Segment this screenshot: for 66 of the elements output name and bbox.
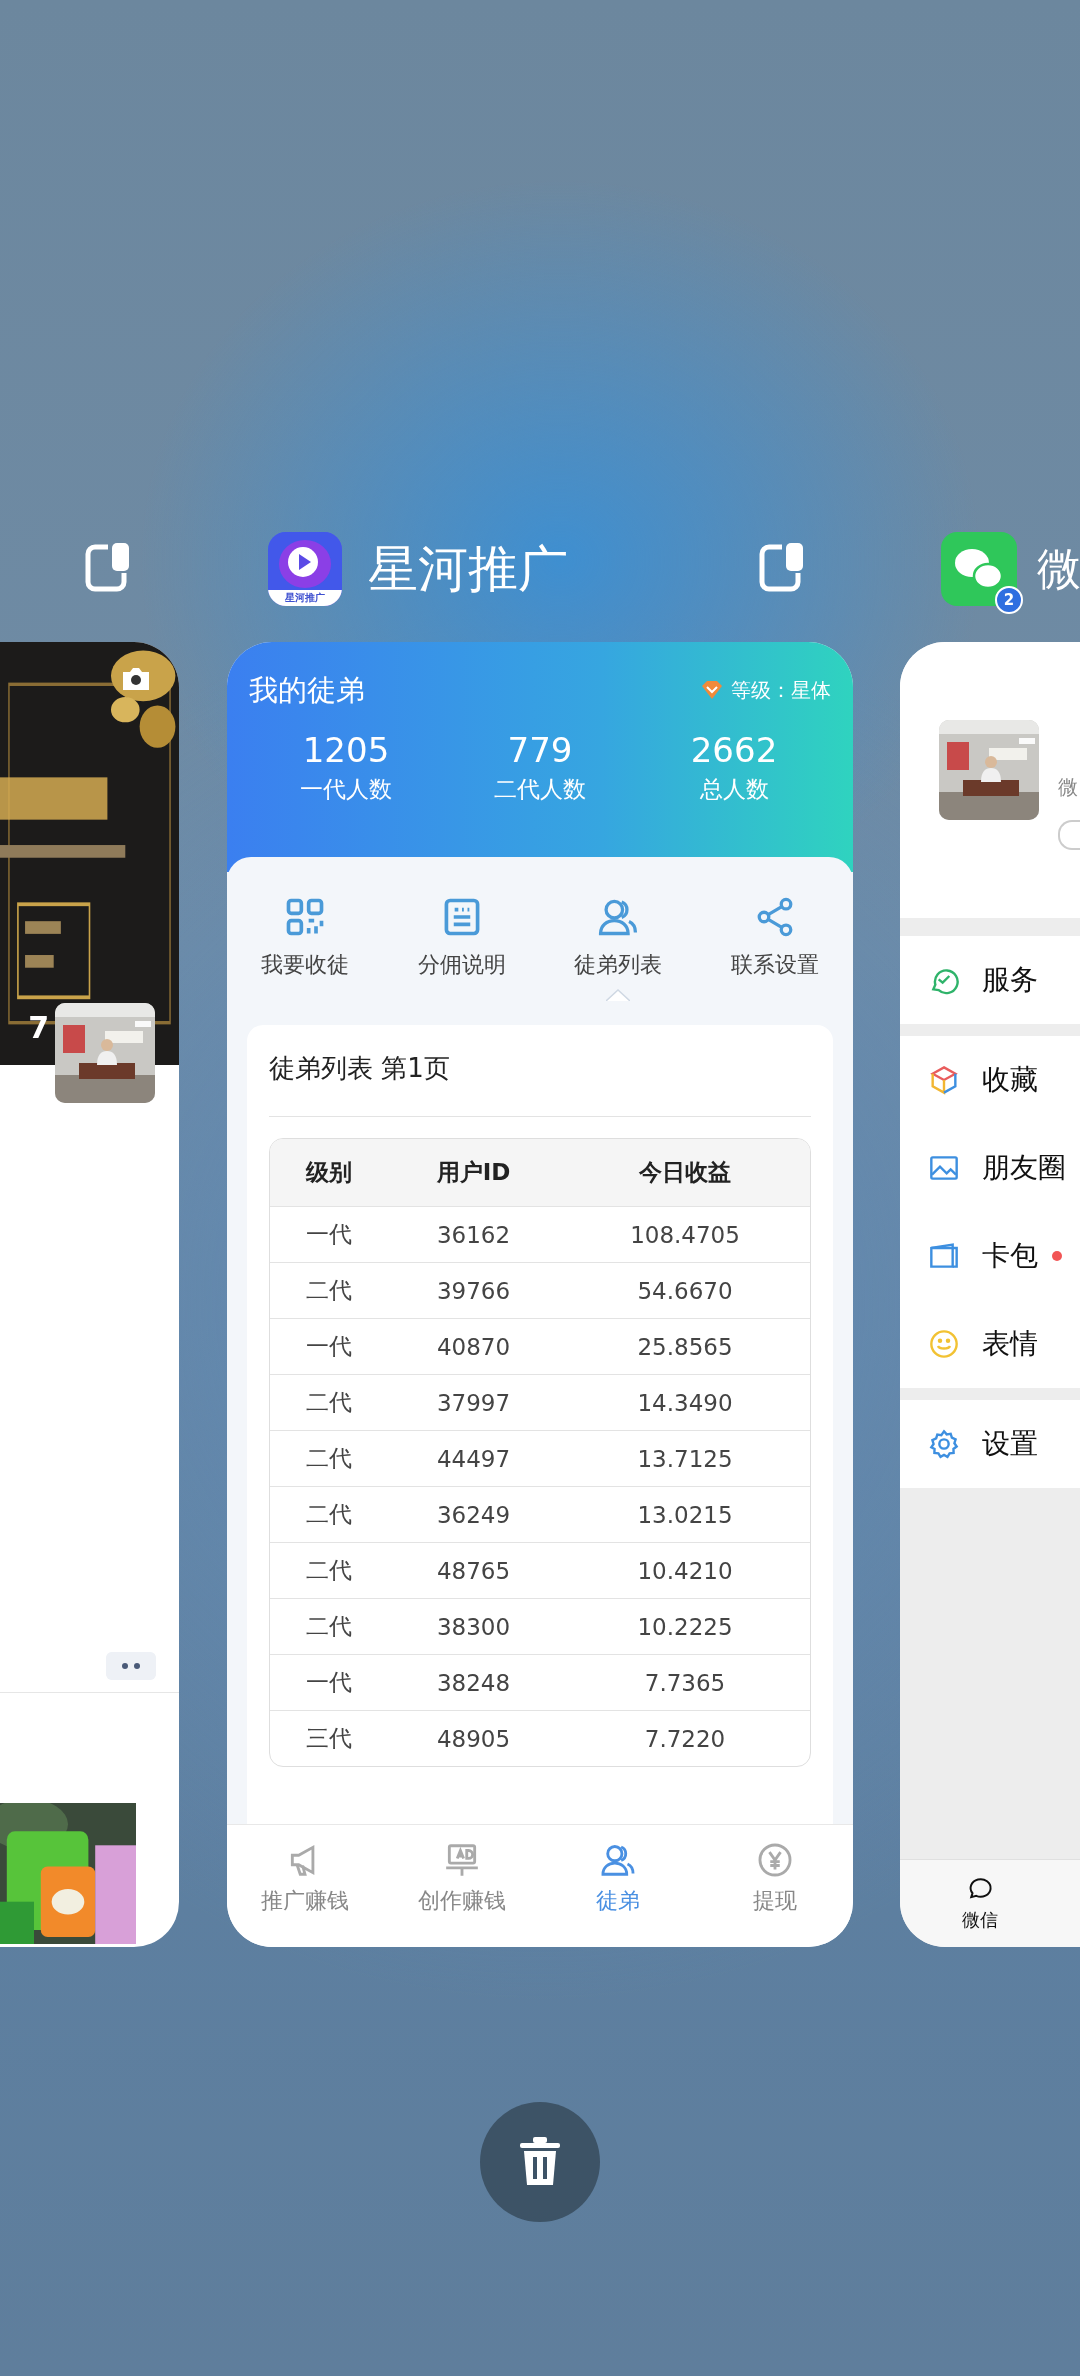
table-cell-text: 二代: [304, 1556, 353, 1585]
menu-label[interactable]: 卡包: [982, 1237, 1038, 1275]
table-cell-text: 54.6670: [636, 1276, 734, 1306]
smiley-icon: [928, 1328, 960, 1360]
table-cell-text: 7.7220: [643, 1724, 727, 1754]
menu-label[interactable]: 设置: [982, 1425, 1038, 1463]
table-cell-text: 二代: [304, 1444, 353, 1473]
page-title: 我的徒弟: [249, 674, 365, 706]
table-cell-text: 7.7365: [643, 1668, 727, 1698]
table-cell-text: 44497: [435, 1444, 512, 1474]
column-header: 用户ID: [435, 1158, 512, 1187]
menu-item[interactable]: 我要收徒: [261, 895, 350, 979]
menu-item[interactable]: 徒弟列表: [574, 895, 663, 979]
table-cell-text: 38300: [435, 1612, 512, 1642]
table-cell-text: 36162: [435, 1220, 512, 1250]
table-cell-text: 38248: [435, 1668, 512, 1698]
menu-label[interactable]: 表情: [982, 1325, 1038, 1363]
settings-icon: [928, 1428, 960, 1460]
table-cell-text: 一代: [304, 1220, 353, 1249]
table-cell-text: 48905: [435, 1724, 512, 1754]
icon-caption: 星河推广: [268, 590, 342, 606]
table-cell-text: 二代: [304, 1388, 353, 1417]
table-cell-text: 一代: [304, 1668, 353, 1697]
table-cell-text: 13.0215: [636, 1500, 734, 1530]
table-cell-text: 14.3490: [636, 1388, 734, 1418]
menu-label[interactable]: 服务: [982, 961, 1038, 999]
nav-tab[interactable]: 推广赚钱: [227, 1825, 384, 1947]
table-cell-text: 37997: [435, 1388, 512, 1418]
nav-tab[interactable]: 创作赚钱: [383, 1825, 540, 1947]
column-header: 级别: [304, 1158, 353, 1187]
table-cell-text: 10.4210: [636, 1556, 734, 1586]
table-cell-text: 40870: [435, 1332, 512, 1362]
trash-icon: [518, 2137, 562, 2187]
level-label: 等级：星体: [731, 676, 831, 704]
table-cell-text: 二代: [304, 1612, 353, 1641]
menu-item[interactable]: 分佣说明: [417, 895, 506, 979]
table-cell-text: 36249: [435, 1500, 512, 1530]
app-title: 微: [1037, 542, 1080, 596]
cube-icon: [928, 1064, 960, 1096]
stat-label: 二代人数: [494, 775, 586, 804]
count-badge: 2: [995, 586, 1023, 614]
list-title: 徒弟列表 第1页: [269, 1051, 811, 1117]
table-cell-text: 108.4705: [629, 1220, 741, 1250]
chat-app-icon: [941, 532, 1017, 606]
menu-label[interactable]: 收藏: [982, 1061, 1038, 1099]
stat-value: 1205: [302, 730, 390, 770]
table-cell-text: 一代: [304, 1332, 353, 1361]
nav-tab[interactable]: 提现: [696, 1825, 853, 1947]
table-cell-text: 25.8565: [636, 1332, 734, 1362]
stat-label: 一代人数: [300, 775, 392, 804]
table-cell-text: 39766: [435, 1276, 512, 1306]
stat-label: 总人数: [699, 775, 769, 804]
column-header: 今日收益: [638, 1158, 732, 1187]
diamond-icon: [701, 680, 723, 700]
profile-subtitle: 微: [1058, 774, 1078, 800]
table-cell-text: 三代: [304, 1724, 353, 1753]
table-cell-text: 10.2225: [636, 1612, 734, 1642]
table-cell-text: 二代: [304, 1276, 353, 1305]
stat-value: 779: [507, 730, 573, 770]
table-cell-text: 二代: [304, 1500, 353, 1529]
menu-item[interactable]: 联系设置: [730, 895, 819, 979]
app-title: 星河推广: [368, 539, 568, 599]
table-cell-text: 48765: [435, 1556, 512, 1586]
stat-value: 2662: [690, 730, 778, 770]
table-cell-text: 13.7125: [636, 1444, 734, 1474]
menu-label[interactable]: 朋友圈: [982, 1149, 1066, 1187]
